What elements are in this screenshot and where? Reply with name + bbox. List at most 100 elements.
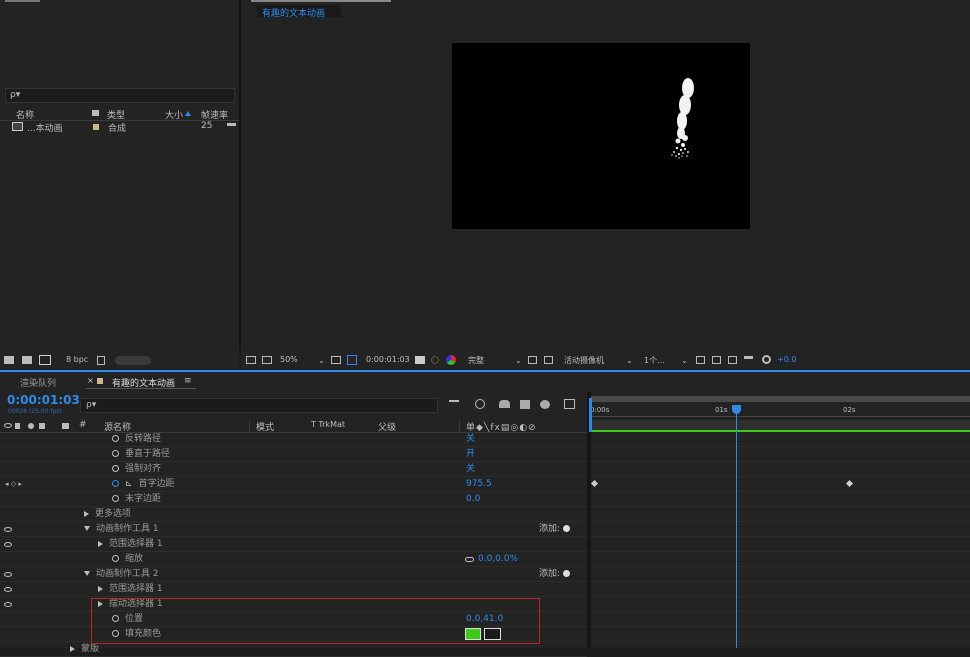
property-value[interactable]: 0.0,0.0% [478, 552, 518, 567]
timeline-search-input[interactable]: ρ▾ [80, 398, 438, 413]
motion-blur-icon[interactable] [540, 400, 550, 409]
new-comp-icon[interactable] [39, 355, 51, 365]
group-row[interactable]: 蒙版 [0, 642, 587, 657]
close-icon[interactable]: × [87, 376, 94, 385]
visibility-eye-icon[interactable] [4, 572, 12, 577]
group-row[interactable]: 动画制作工具 1 添加: [0, 522, 587, 537]
transparency-grid-icon[interactable] [544, 356, 553, 364]
views-select[interactable]: 1个... [644, 355, 665, 366]
keyframe-diamond[interactable] [590, 479, 599, 488]
property-row[interactable]: 垂直于路径 开 [0, 447, 587, 462]
stopwatch-active-icon[interactable] [112, 480, 119, 487]
expand-arrow-icon[interactable] [84, 510, 89, 517]
stopwatch-icon[interactable] [112, 555, 119, 562]
visibility-eye-icon[interactable] [4, 542, 12, 547]
snapshot-camera-icon[interactable] [415, 356, 425, 364]
region-of-interest-icon[interactable] [528, 356, 537, 364]
project-item-row[interactable]: ...本动画 合成 25 [0, 121, 239, 134]
audio-icon[interactable] [15, 423, 20, 429]
timeline-link-icon[interactable] [728, 356, 737, 364]
visibility-eye-icon[interactable] [4, 527, 12, 532]
solo-icon[interactable] [28, 423, 34, 429]
add-button[interactable]: 添加: [539, 567, 571, 582]
property-row[interactable]: 反转路径 关 [0, 432, 587, 447]
bpc-button[interactable]: 8 bpc [66, 355, 88, 364]
new-folder-icon[interactable] [22, 356, 32, 364]
keyframe-navigator[interactable]: ◂ ◇ ▸ [5, 477, 22, 492]
layer-duration-bar[interactable] [591, 420, 970, 432]
panel-tab-stub[interactable] [5, 0, 40, 2]
project-search-input[interactable]: ρ▾ [5, 88, 235, 103]
toggle-pixel-aspect-icon[interactable] [696, 356, 705, 364]
stopwatch-icon[interactable] [112, 435, 119, 442]
visibility-eye-icon[interactable] [4, 602, 12, 607]
current-time-display[interactable]: 0:00:01:03 [7, 393, 80, 407]
visibility-eye-icon[interactable] [4, 587, 12, 592]
resolution-select[interactable]: 完整 [468, 355, 484, 366]
viewer-timecode[interactable]: 0:00:01:03 [366, 355, 410, 364]
comp-mini-flowchart-icon[interactable] [449, 400, 459, 408]
camera-select[interactable]: 活动摄像机 [564, 355, 604, 366]
group-row[interactable]: 范围选择器 1 [0, 537, 587, 552]
interpret-footage-icon[interactable] [4, 356, 14, 364]
chevron-down-icon[interactable]: ⌄ [318, 356, 325, 365]
resolution-grid-icon[interactable] [331, 356, 341, 364]
exposure-value[interactable]: +0.0 [777, 355, 796, 364]
playhead-line[interactable] [736, 412, 737, 648]
fast-preview-icon[interactable] [712, 356, 721, 364]
col-type[interactable]: 类型 [107, 108, 125, 121]
stopwatch-icon[interactable] [112, 450, 119, 457]
group-row[interactable]: 动画制作工具 2 添加: [0, 567, 587, 582]
property-value[interactable]: 975.5 [466, 477, 492, 492]
col-name[interactable]: 名称 [16, 108, 34, 121]
keyframe-diamond[interactable] [845, 479, 854, 488]
property-row[interactable]: ◂ ◇ ▸ ⊾ 首字边距 975.5 [0, 477, 587, 492]
work-area-bar[interactable] [591, 396, 970, 402]
chevron-down-icon[interactable]: ⌄ [681, 356, 688, 365]
frame-blending-icon[interactable] [520, 400, 530, 409]
add-button[interactable]: 添加: [539, 522, 571, 537]
expand-arrow-icon[interactable] [98, 585, 103, 592]
shy-layers-icon[interactable] [499, 400, 510, 408]
mask-toggle-icon[interactable] [347, 355, 357, 365]
range-start-marker[interactable] [589, 398, 592, 432]
viewer-comp-tab[interactable]: 有趣的文本动画 [257, 5, 341, 19]
flowchart-icon[interactable] [744, 356, 753, 364]
col-trkmat[interactable]: T TrkMat [311, 420, 345, 429]
zoom-select[interactable]: 50% [280, 355, 298, 364]
tab-menu-icon[interactable]: ≡ [184, 376, 192, 386]
property-row[interactable]: 缩放 0.0,0.0% [0, 552, 587, 567]
chevron-down-icon[interactable]: ⌄ [515, 356, 522, 365]
property-row[interactable]: 强制对齐 关 [0, 462, 587, 477]
stopwatch-icon[interactable] [112, 495, 119, 502]
collapse-arrow-icon[interactable] [84, 571, 90, 576]
property-row[interactable]: 末字边距 0.0 [0, 492, 587, 507]
tab-render-queue[interactable]: 渲染队列 [20, 376, 56, 389]
col-fps[interactable]: 帧速率 [201, 108, 228, 121]
property-value[interactable]: 开 [466, 447, 475, 462]
property-value[interactable]: 关 [466, 462, 475, 477]
col-size[interactable]: 大小 [165, 108, 183, 121]
lock-icon[interactable] [39, 423, 45, 429]
visibility-eye-icon[interactable] [4, 423, 12, 428]
label-icon[interactable] [92, 110, 99, 116]
trash-icon[interactable] [97, 356, 105, 365]
exposure-reset-icon[interactable] [762, 355, 771, 364]
monitor-icon[interactable] [262, 356, 272, 364]
draft-3d-icon[interactable] [475, 399, 485, 409]
expand-arrow-icon[interactable] [70, 645, 75, 652]
stopwatch-icon[interactable] [112, 465, 119, 472]
chevron-down-icon[interactable]: ⌄ [626, 356, 633, 365]
group-row[interactable]: 更多选项 [0, 507, 587, 522]
property-value[interactable]: 关 [466, 432, 475, 447]
show-snapshot-icon[interactable] [431, 356, 439, 364]
constrain-link-icon[interactable] [465, 557, 474, 562]
color-channel-icon[interactable] [446, 355, 456, 365]
graph-icon[interactable]: ⊾ [125, 479, 133, 489]
property-value[interactable]: 0.0 [466, 492, 480, 507]
collapse-arrow-icon[interactable] [84, 526, 90, 531]
flowchart-icon[interactable] [227, 123, 236, 131]
group-row[interactable]: 范围选择器 1 [0, 582, 587, 597]
always-preview-icon[interactable] [246, 356, 256, 364]
expand-arrow-icon[interactable] [98, 540, 103, 547]
